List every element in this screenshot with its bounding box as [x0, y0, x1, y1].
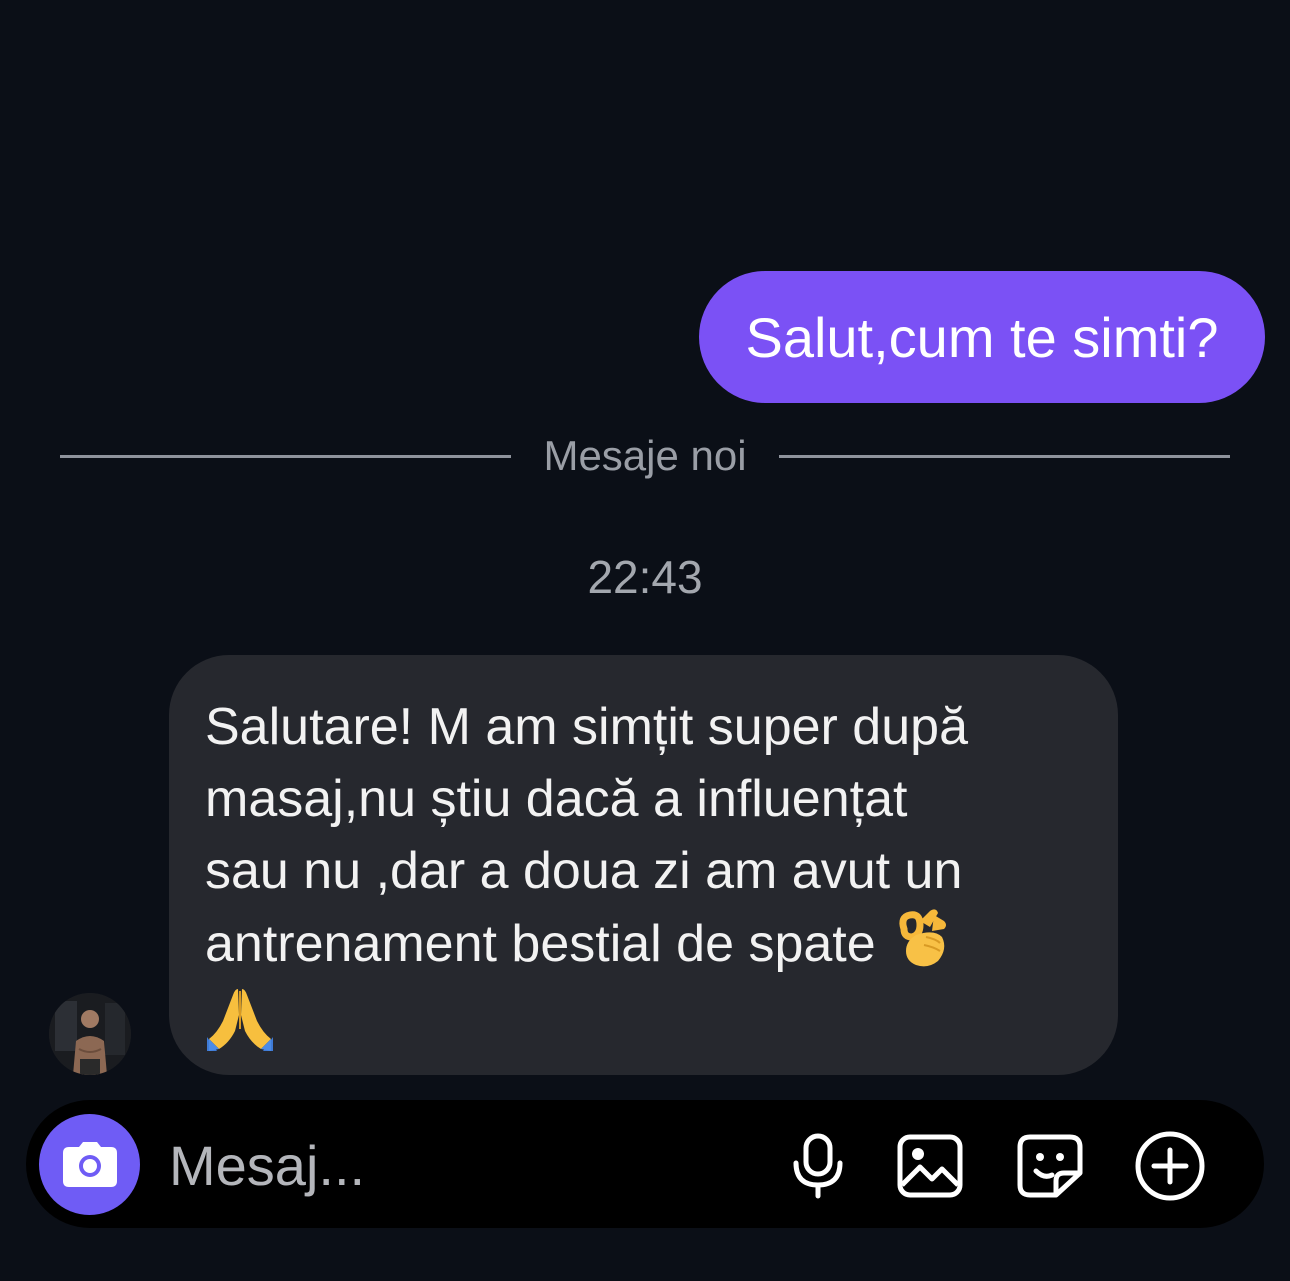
- sender-avatar[interactable]: [49, 993, 131, 1075]
- sticker-icon: [1017, 1134, 1083, 1198]
- message-composer: [26, 1100, 1264, 1228]
- camera-icon: [62, 1141, 117, 1187]
- microphone-icon: [793, 1133, 843, 1199]
- divider-line-right: [778, 454, 1231, 458]
- received-message-text: Salutare! M am simțit super după masaj,n…: [205, 691, 1082, 980]
- camera-button[interactable]: [39, 1114, 140, 1215]
- folded-hands-emoji: [207, 989, 273, 1051]
- sticker-button[interactable]: [1014, 1130, 1086, 1202]
- sent-message-bubble[interactable]: Salut,cum te simti?: [699, 271, 1265, 403]
- received-message-body: Salutare! M am simțit super după masaj,n…: [205, 698, 968, 973]
- voice-message-button[interactable]: [782, 1130, 854, 1202]
- gallery-button[interactable]: [894, 1130, 966, 1202]
- divider-line-left: [60, 454, 512, 458]
- message-timestamp: 22:43: [587, 551, 703, 603]
- plus-circle-icon: [1135, 1131, 1205, 1201]
- message-input[interactable]: [169, 1130, 729, 1200]
- more-options-button[interactable]: [1134, 1130, 1206, 1202]
- ok-hand-emoji: [899, 909, 947, 967]
- divider-label: Mesaje noi: [543, 432, 747, 479]
- new-messages-divider: Mesaje noi: [60, 425, 1231, 487]
- image-icon: [897, 1134, 963, 1198]
- received-message-bubble[interactable]: Salutare! M am simțit super după masaj,n…: [169, 655, 1118, 1075]
- sent-message-text: Salut,cum te simti?: [745, 305, 1219, 369]
